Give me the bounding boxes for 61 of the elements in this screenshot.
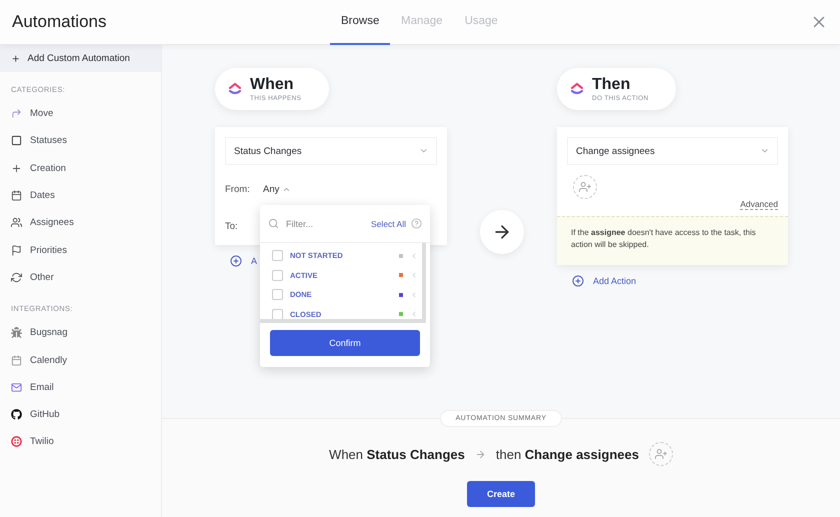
add-user-icon <box>648 442 673 466</box>
chevrons-icon <box>570 82 584 96</box>
summary-trigger: When Status Changes <box>329 446 465 462</box>
plus-icon <box>11 162 22 174</box>
chevron-up-icon <box>282 185 292 194</box>
field-label: From: <box>225 184 249 195</box>
arrow-icon <box>11 108 22 120</box>
action-select[interactable]: Change assignees <box>567 137 778 165</box>
add-user-icon[interactable] <box>573 175 597 199</box>
caret-icon <box>410 290 418 299</box>
sidebar-item[interactable]: Move <box>0 100 161 128</box>
summary-action: then Change assignees <box>496 446 639 462</box>
checkbox[interactable] <box>272 308 283 319</box>
chevrons-icon <box>228 82 242 96</box>
cycle-icon <box>11 272 22 283</box>
search-icon <box>268 218 279 229</box>
caret-icon <box>410 252 418 260</box>
sidebar-item[interactable]: Calendly <box>0 346 161 374</box>
calendar-icon <box>11 354 22 366</box>
sidebar-item[interactable]: Assignees <box>0 209 161 236</box>
trigger-select[interactable]: Status Changes <box>225 137 437 165</box>
create-button[interactable]: Create <box>467 481 535 507</box>
mail-icon <box>11 382 22 393</box>
select-all-link[interactable]: Select All <box>371 218 406 228</box>
checkbox[interactable] <box>272 270 283 281</box>
sidebar-item[interactable]: Twilio <box>0 428 161 456</box>
bug-icon <box>11 327 22 338</box>
confirm-button[interactable]: Confirm <box>270 330 420 356</box>
sidebar-item[interactable]: Statuses <box>0 127 161 155</box>
help-icon <box>411 218 422 229</box>
advanced-link[interactable]: Advanced <box>740 199 778 210</box>
arrow-icon <box>474 448 486 460</box>
sidebar-item[interactable]: Email <box>0 374 161 401</box>
flag-icon <box>11 244 22 256</box>
field-label: To: <box>225 221 239 232</box>
plus-circle-icon <box>572 275 584 287</box>
sidebar-item[interactable]: Other <box>0 264 161 292</box>
github-icon <box>11 409 22 420</box>
users-icon <box>11 217 22 228</box>
sidebar-item[interactable]: Priorities <box>0 236 161 264</box>
add-automation-button[interactable]: Add Custom Automation <box>0 45 161 72</box>
plus-circle-icon <box>230 255 242 267</box>
square-icon <box>11 135 22 146</box>
plus-icon <box>11 54 20 64</box>
sidebar-item[interactable]: Dates <box>0 182 161 210</box>
from-dropdown[interactable]: Any <box>263 184 292 195</box>
calendar-icon <box>11 190 22 202</box>
add-link[interactable]: A <box>230 255 258 267</box>
window-title: Automations <box>12 12 108 32</box>
trigger-title: When <box>250 76 295 92</box>
add-action-link[interactable]: Add Action <box>572 275 636 287</box>
checkbox[interactable] <box>272 250 283 262</box>
sidebar-item[interactable]: Bugsnag <box>0 319 161 346</box>
action-title: Then <box>592 76 632 92</box>
caret-icon <box>410 271 418 280</box>
circle-icon <box>11 436 22 448</box>
checkbox[interactable] <box>272 289 283 300</box>
caret-icon <box>410 310 418 318</box>
sidebar-item[interactable]: Creation <box>0 154 161 182</box>
sidebar-item[interactable]: GitHub <box>0 400 161 428</box>
notice: If the assignee doesn't have access to the task, this action will be skipped. <box>557 216 788 265</box>
